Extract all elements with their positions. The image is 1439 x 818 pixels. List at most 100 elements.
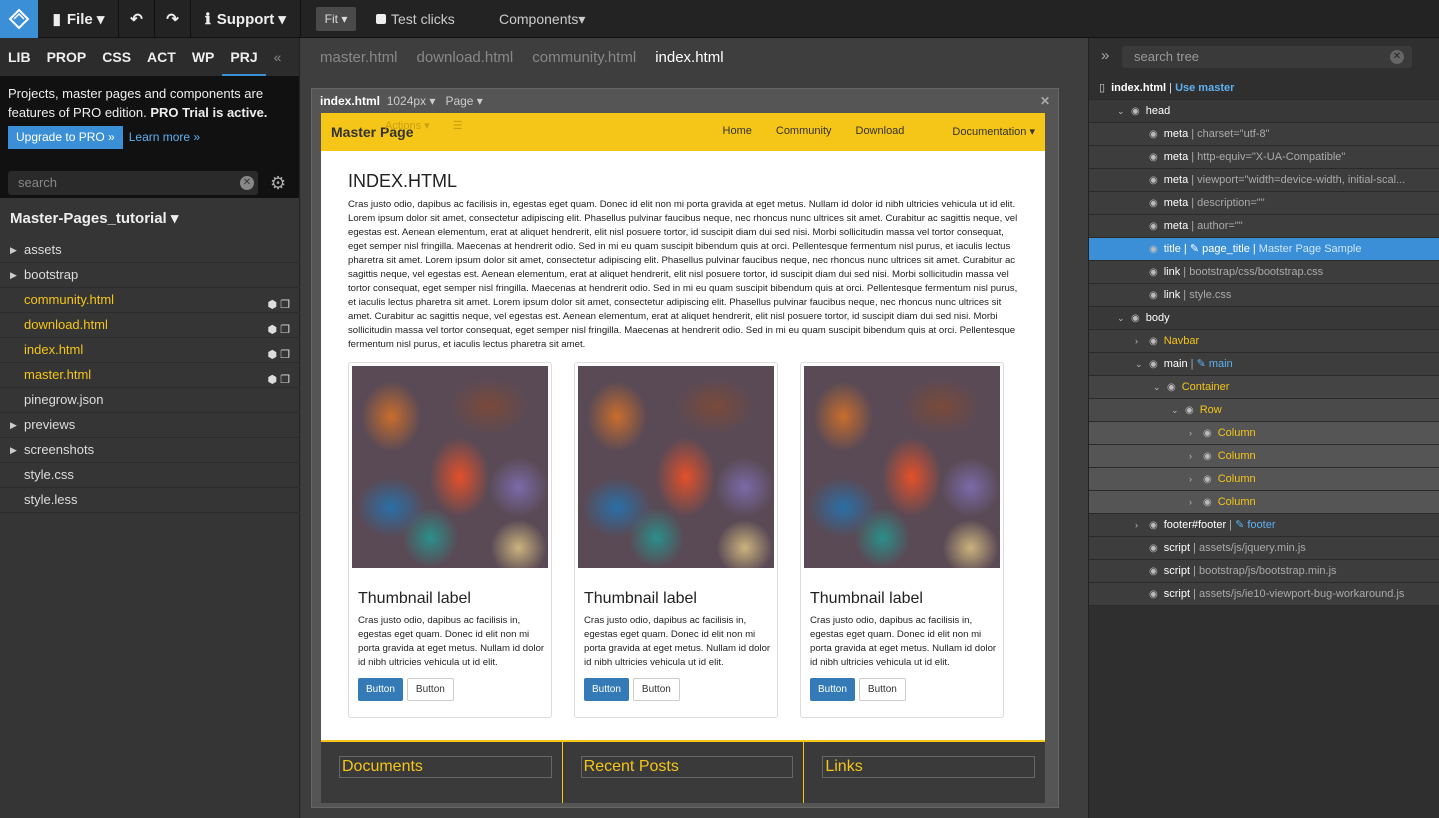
expand-arrow-icon[interactable]: ▶ — [10, 438, 17, 462]
thumbnail-label[interactable]: Thumbnail label — [810, 590, 1000, 608]
eye-icon[interactable]: ◉ — [1149, 129, 1158, 140]
nav-home[interactable]: Home — [723, 125, 752, 138]
thumbnail-label[interactable]: Thumbnail label — [358, 590, 548, 608]
file-item[interactable]: style.css — [0, 463, 300, 488]
frame-page-dropdown[interactable]: Page ▾ — [445, 94, 482, 108]
tab-css[interactable]: CSS — [94, 38, 139, 76]
expand-arrow-icon[interactable]: ▶ — [10, 263, 17, 287]
project-search-input[interactable]: search ✕ — [8, 171, 258, 195]
file-item[interactable]: style.less — [0, 488, 300, 513]
primary-button[interactable]: Button — [810, 678, 855, 701]
learn-more-link[interactable]: Learn more » — [129, 130, 200, 144]
tree-node[interactable]: › ◉ Column — [1089, 445, 1439, 468]
eye-icon[interactable]: ◉ — [1149, 359, 1158, 370]
tab-wp[interactable]: WP — [184, 38, 223, 76]
expand-arrow-icon[interactable]: ⌄ — [1153, 376, 1167, 398]
expand-arrow-icon[interactable]: ⌄ — [1135, 353, 1149, 375]
expand-arrow-icon[interactable]: › — [1189, 491, 1203, 513]
file-item[interactable]: ▶ previews — [0, 413, 300, 438]
eye-icon[interactable]: ◉ — [1149, 566, 1158, 577]
tree-node[interactable]: ⌄ ◉ Container — [1089, 376, 1439, 399]
nav-community[interactable]: Community — [776, 125, 832, 138]
menu-icon[interactable]: ☰ — [453, 120, 463, 132]
eye-icon[interactable]: ◉ — [1149, 543, 1158, 554]
eye-icon[interactable]: ◉ — [1203, 474, 1212, 485]
thumbnail-text[interactable]: Cras justo odio, dapibus ac facilisis in… — [810, 614, 1000, 670]
tree-node[interactable]: › ◉ Column — [1089, 491, 1439, 514]
stones-image[interactable] — [352, 366, 548, 568]
gear-icon[interactable]: ⚙ — [270, 173, 286, 194]
tree-node[interactable]: › ◉ Navbar — [1089, 330, 1439, 353]
tab-act[interactable]: ACT — [139, 38, 184, 76]
eye-icon[interactable]: ◉ — [1131, 106, 1140, 117]
pinegrow-logo-icon[interactable] — [0, 0, 38, 38]
tab-master-html[interactable]: master.html — [320, 49, 398, 66]
close-icon[interactable]: ✕ — [1040, 89, 1050, 113]
navbar[interactable]: Master Page Actions ▾ ☰ Home Community D… — [321, 113, 1045, 151]
eye-icon[interactable]: ◉ — [1131, 313, 1140, 324]
components-menu[interactable]: Components ▾ — [499, 0, 585, 38]
tree-root[interactable]: ▯ index.html | Use master — [1089, 77, 1439, 100]
tree-node[interactable]: ◉ meta | http-equiv="X-UA-Compatible" — [1089, 146, 1439, 169]
eye-icon[interactable]: ◉ — [1149, 244, 1158, 255]
tree-node[interactable]: ◉ script | assets/js/jquery.min.js — [1089, 537, 1439, 560]
default-button[interactable]: Button — [406, 678, 454, 701]
expand-arrow-icon[interactable]: › — [1135, 330, 1149, 352]
use-master-link[interactable]: Use master — [1175, 82, 1234, 94]
eye-icon[interactable]: ◉ — [1149, 290, 1158, 301]
tab-prop[interactable]: PROP — [39, 38, 95, 76]
eye-icon[interactable]: ◉ — [1149, 589, 1158, 600]
file-item[interactable]: download.html ⬢ ❐ — [0, 313, 300, 338]
tree-node[interactable]: ◉ title | ✎ page_title | Master Page Samp… — [1089, 238, 1439, 261]
expand-panel-icon[interactable]: » — [1101, 47, 1109, 64]
default-button[interactable]: Button — [632, 678, 680, 701]
footer-documents[interactable]: Documents — [339, 756, 552, 778]
tab-community-html[interactable]: community.html — [532, 49, 636, 66]
eye-icon[interactable]: ◉ — [1203, 497, 1212, 508]
stones-image[interactable] — [578, 366, 774, 568]
redo-button[interactable]: ↷ — [155, 0, 191, 38]
tab-lib[interactable]: LIB — [0, 38, 39, 76]
tree-node[interactable]: ⌄ ◉ main | ✎ main — [1089, 353, 1439, 376]
page-canvas[interactable]: Master Page Actions ▾ ☰ Home Community D… — [321, 113, 1045, 803]
nav-documentation[interactable]: Documentation ▾ — [928, 125, 1035, 138]
collapse-panel-icon[interactable]: « — [266, 38, 290, 76]
eye-icon[interactable]: ◉ — [1149, 152, 1158, 163]
expand-arrow-icon[interactable]: › — [1189, 468, 1203, 490]
file-item[interactable]: ▶ screenshots — [0, 438, 300, 463]
thumbnail-label[interactable]: Thumbnail label — [584, 590, 774, 608]
eye-icon[interactable]: ◉ — [1167, 382, 1176, 393]
expand-arrow-icon[interactable]: ▶ — [10, 238, 17, 262]
stones-image[interactable] — [804, 366, 1000, 568]
eye-icon[interactable]: ◉ — [1149, 175, 1158, 186]
eye-icon[interactable]: ◉ — [1203, 428, 1212, 439]
file-menu[interactable]: ▮ File ▾ — [39, 0, 119, 38]
tree-node[interactable]: ◉ link | style.css — [1089, 284, 1439, 307]
file-item[interactable]: ▶ assets — [0, 238, 300, 263]
clear-icon[interactable]: ✕ — [240, 176, 254, 190]
eye-icon[interactable]: ◉ — [1149, 198, 1158, 209]
fit-dropdown[interactable]: Fit ▾ — [316, 7, 356, 31]
tree-node[interactable]: ◉ script | bootstrap/js/bootstrap.min.js — [1089, 560, 1439, 583]
thumbnail-card[interactable]: Thumbnail label Cras justo odio, dapibus… — [800, 362, 1004, 718]
expand-arrow-icon[interactable]: › — [1135, 514, 1149, 536]
eye-icon[interactable]: ◉ — [1185, 405, 1194, 416]
undo-button[interactable]: ↶ — [119, 0, 155, 38]
project-title[interactable]: Master-Pages_tutorial ▾ — [10, 209, 178, 227]
expand-arrow-icon[interactable]: › — [1189, 422, 1203, 444]
tree-node[interactable]: ⌄ ◉ Row — [1089, 399, 1439, 422]
tree-search-input[interactable]: search tree ✕ — [1122, 46, 1412, 68]
tree-node[interactable]: › ◉ footer#footer | ✎ footer — [1089, 514, 1439, 537]
file-item[interactable]: community.html ⬢ ❐ — [0, 288, 300, 313]
thumbnail-text[interactable]: Cras justo odio, dapibus ac facilisis in… — [358, 614, 548, 670]
tree-node[interactable]: ◉ meta | description="" — [1089, 192, 1439, 215]
expand-arrow-icon[interactable]: ▶ — [10, 413, 17, 437]
file-item[interactable]: index.html ⬢ ❐ — [0, 338, 300, 363]
support-menu[interactable]: ℹ Support ▾ — [191, 0, 301, 38]
tab-download-html[interactable]: download.html — [417, 49, 514, 66]
eye-icon[interactable]: ◉ — [1149, 221, 1158, 232]
primary-button[interactable]: Button — [584, 678, 629, 701]
tree-node[interactable]: ◉ meta | charset="utf-8" — [1089, 123, 1439, 146]
eye-icon[interactable]: ◉ — [1149, 520, 1158, 531]
tab-index-html[interactable]: index.html — [655, 49, 723, 66]
